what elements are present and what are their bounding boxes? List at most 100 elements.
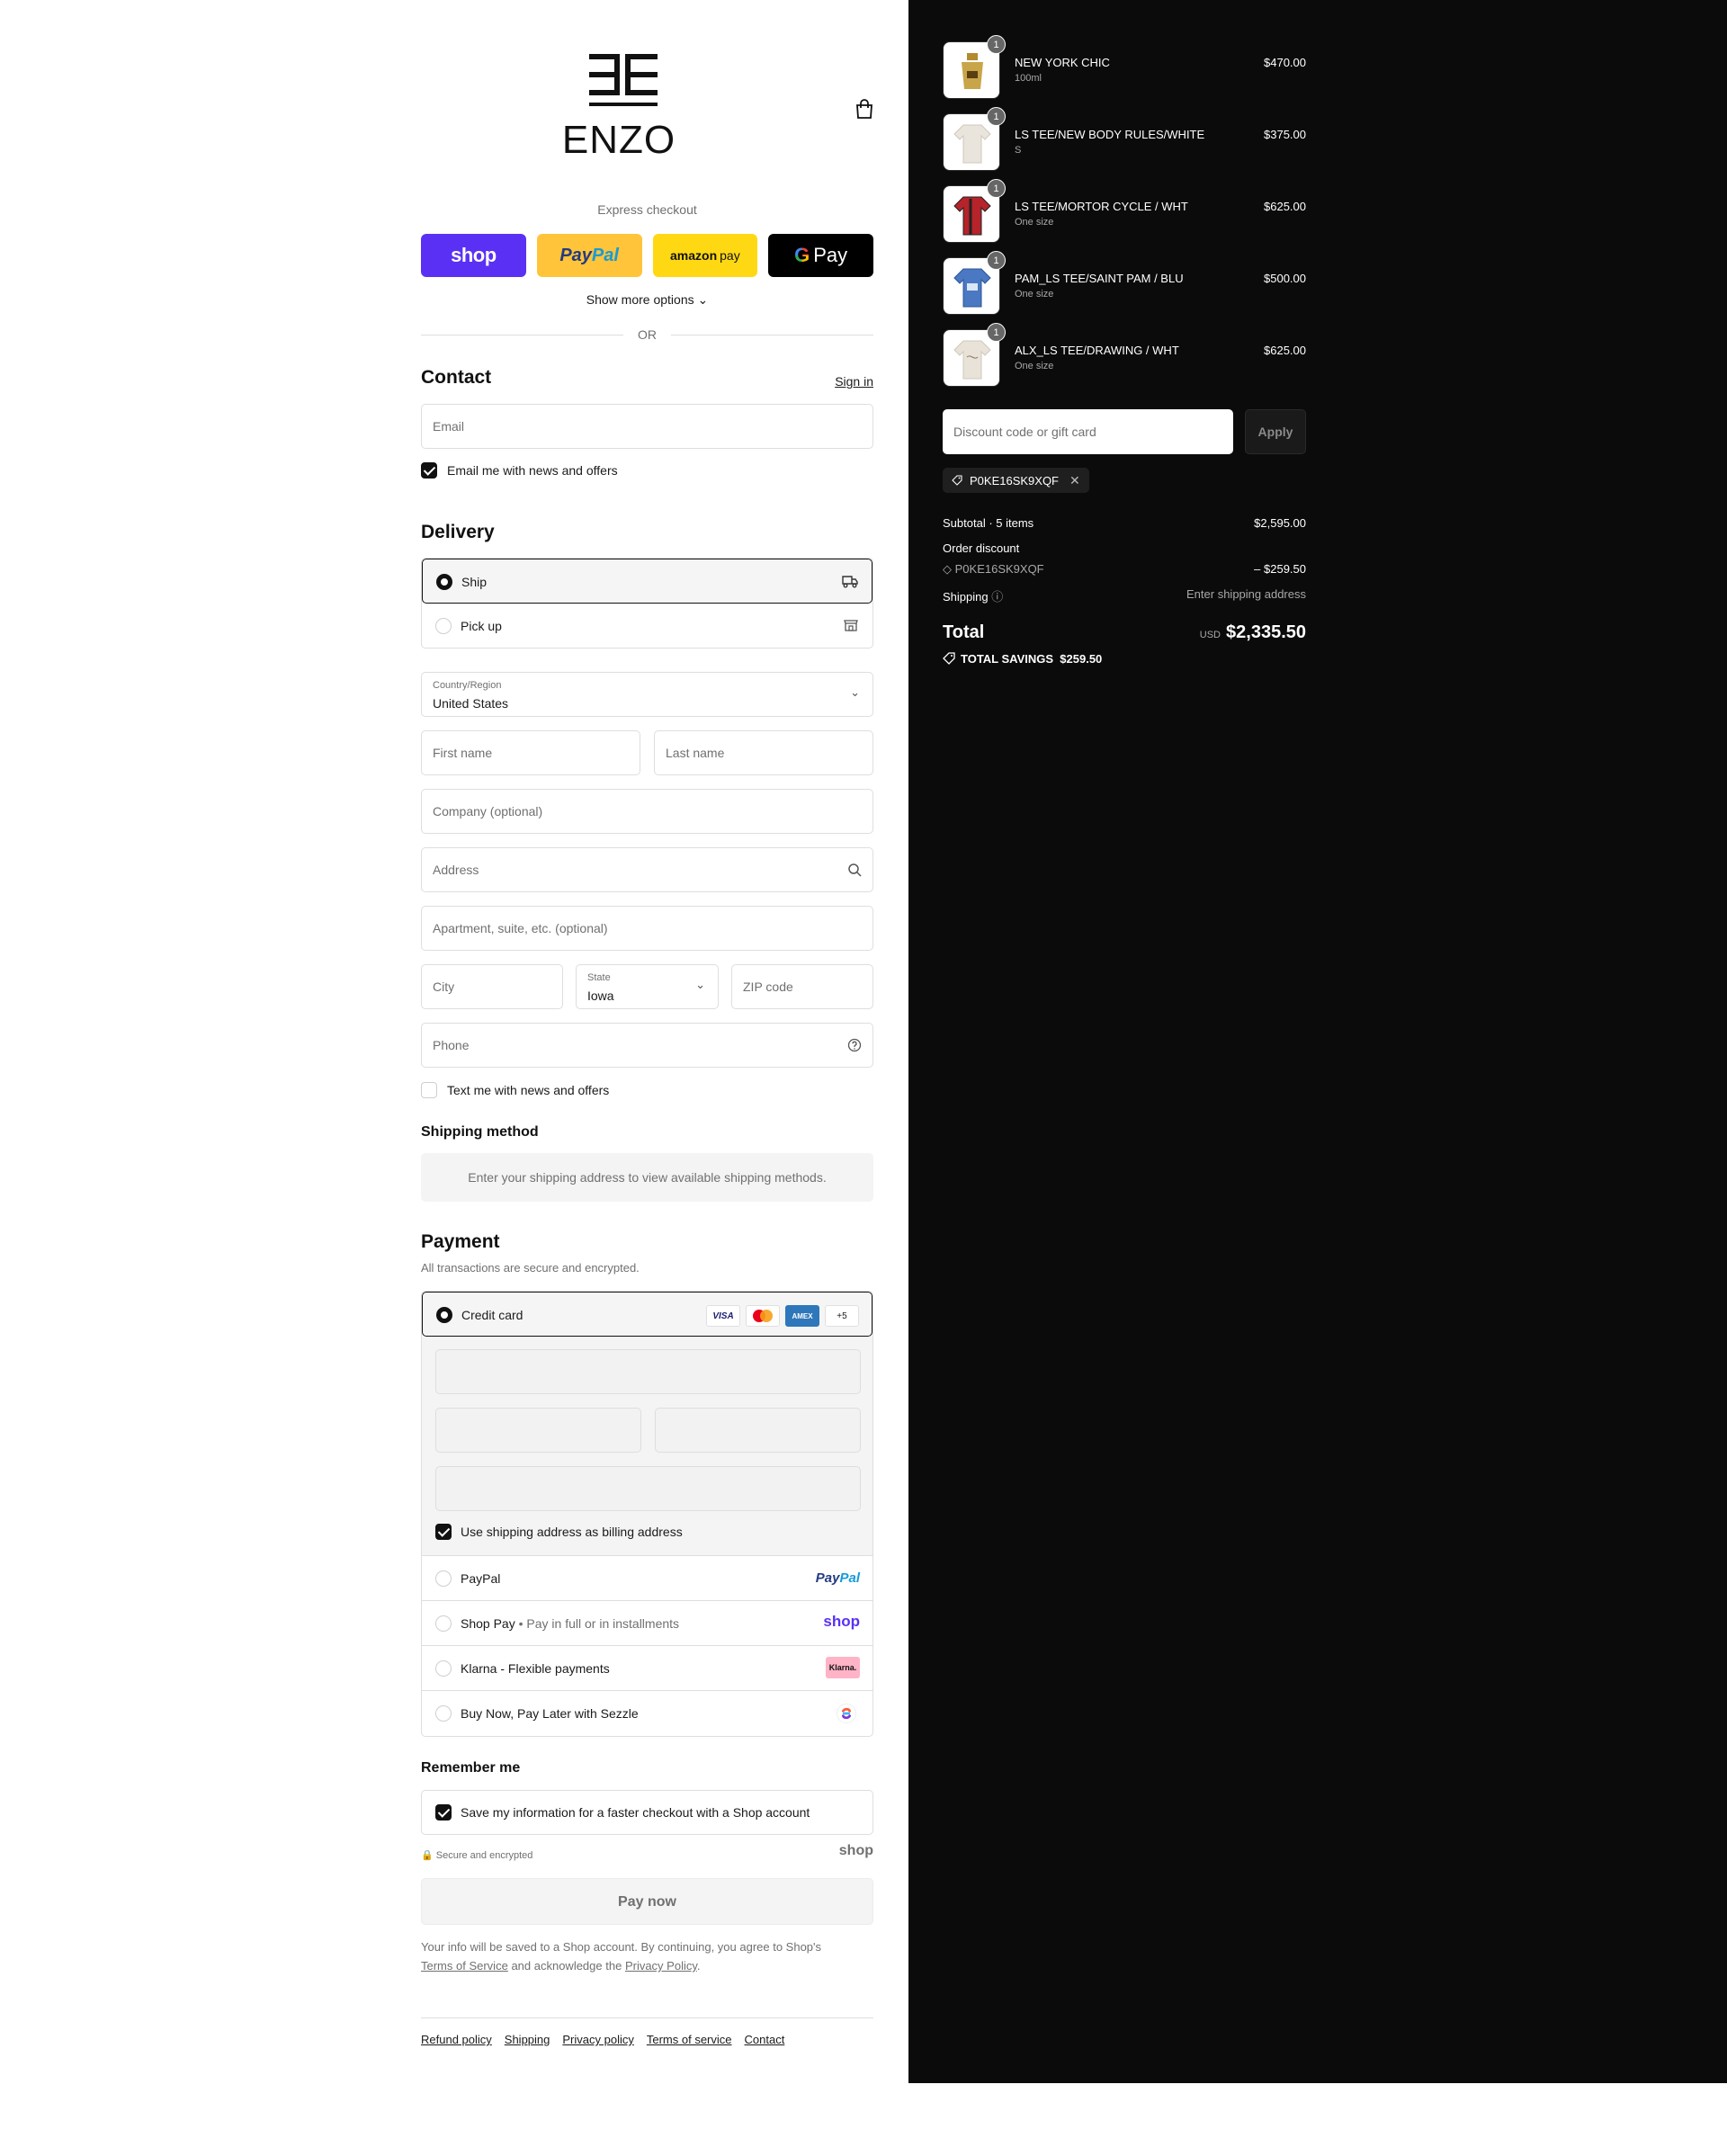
- zip-field[interactable]: ZIP code: [731, 964, 873, 1009]
- email-news-label: Email me with news and offers: [447, 463, 618, 478]
- payment-option-credit-card[interactable]: Credit card VISA AMEX +5: [422, 1292, 872, 1337]
- remember-me-box[interactable]: Save my information for a faster checkou…: [421, 1790, 873, 1835]
- cart-item: 1 ALX_LS TEE/DRAWING / WHT One size $625…: [943, 323, 1306, 387]
- shipping-link[interactable]: Shipping: [505, 2033, 550, 2046]
- state-select[interactable]: State Iowa ⌄: [576, 964, 719, 1009]
- city-field[interactable]: City: [421, 964, 563, 1009]
- text-offers-label: Text me with news and offers: [447, 1083, 610, 1097]
- country-select[interactable]: Country/Region United States ⌄: [421, 672, 873, 717]
- shopping-bag-icon[interactable]: [855, 99, 874, 121]
- discount-placeholder: Discount code or gift card: [953, 425, 1096, 439]
- sign-in-link[interactable]: Sign in: [835, 374, 873, 389]
- paypal-logo-icon: PayPal: [816, 1570, 860, 1586]
- secure-note: 🔒 Secure and encrypted: [421, 1849, 532, 1861]
- brand-logo[interactable]: ENZO: [556, 50, 682, 162]
- item-variant: S: [1015, 145, 1022, 156]
- amazon-label: amazon: [670, 248, 718, 263]
- google-pay-button[interactable]: G Pay: [768, 234, 873, 277]
- pay-now-button[interactable]: Pay now: [421, 1878, 873, 1925]
- express-checkout-label: Express checkout: [597, 202, 697, 217]
- phone-field[interactable]: Phone: [421, 1023, 873, 1068]
- payment-subtitle: All transactions are secure and encrypte…: [421, 1261, 640, 1275]
- billing-same-checkbox[interactable]: [435, 1524, 452, 1540]
- text-offers-checkbox[interactable]: [421, 1082, 437, 1098]
- subtotal-label: Subtotal · 5 items: [943, 516, 1034, 530]
- paypal-label-pay: Pay: [559, 245, 592, 265]
- shipping-method-heading: Shipping method: [421, 1124, 539, 1140]
- email-field[interactable]: Email: [421, 404, 873, 449]
- discount-code-input[interactable]: Discount code or gift card: [943, 409, 1233, 454]
- credit-card-radio[interactable]: [436, 1307, 452, 1323]
- discount-code-label: P0KE16SK9XQF: [970, 474, 1059, 488]
- payment-option-shop-pay[interactable]: Shop Pay • Pay in full or in installment…: [422, 1601, 872, 1646]
- help-icon[interactable]: [847, 1038, 862, 1052]
- secure-label: Secure and encrypted: [435, 1850, 533, 1861]
- email-news-checkbox[interactable]: [421, 462, 437, 479]
- klarna-radio[interactable]: [435, 1660, 452, 1677]
- shipping-method-info: Enter your shipping address to view avai…: [421, 1153, 873, 1202]
- shop-pay-button[interactable]: shop: [421, 234, 526, 277]
- amazon-pay-button[interactable]: amazon pay: [652, 234, 758, 277]
- payment-option-klarna[interactable]: Klarna - Flexible payments Klarna.: [422, 1646, 872, 1691]
- paypal-button[interactable]: Pay Pal: [536, 234, 642, 277]
- city-placeholder: City: [433, 980, 455, 994]
- total-label: Total: [943, 622, 985, 642]
- google-pay-label: Pay: [813, 244, 848, 266]
- paypal-radio[interactable]: [435, 1570, 452, 1587]
- card-name-field[interactable]: [435, 1466, 861, 1511]
- sezzle-radio[interactable]: [435, 1705, 452, 1722]
- total-amount: USD $2,335.50: [1200, 622, 1306, 643]
- pickup-radio[interactable]: [435, 618, 452, 634]
- shop-pay-radio[interactable]: [435, 1615, 452, 1632]
- discount-code-row: ◇ P0KE16SK9XQF – $259.50: [943, 562, 1306, 577]
- card-cvv-field[interactable]: [655, 1408, 861, 1453]
- card-number-field[interactable]: [435, 1349, 861, 1394]
- company-field[interactable]: Company (optional): [421, 789, 873, 834]
- remove-discount-icon[interactable]: ✕: [1069, 473, 1080, 488]
- state-value: Iowa: [587, 989, 614, 1003]
- save-info-checkbox[interactable]: [435, 1804, 452, 1821]
- ship-radio[interactable]: [436, 574, 452, 590]
- discount-amount: – $259.50: [1254, 562, 1306, 576]
- shop-pay-sublabel: Pay in full or in installments: [526, 1616, 680, 1631]
- pickup-label: Pick up: [461, 619, 502, 633]
- legal-text-part-1: Your info will be saved to a Shop accoun…: [421, 1940, 822, 1954]
- card-expiry-field[interactable]: [435, 1408, 641, 1453]
- savings-value: $259.50: [1060, 652, 1103, 666]
- discount-code-summary: P0KE16SK9XQF: [954, 562, 1044, 576]
- terms-of-service-link[interactable]: Terms of service: [647, 2033, 732, 2046]
- show-more-options[interactable]: Show more options ⌄: [421, 292, 873, 308]
- cart-item: 1 PAM_LS TEE/SAINT PAM / BLU One size $5…: [943, 251, 1306, 315]
- privacy-policy-link[interactable]: Privacy policy: [562, 2033, 633, 2046]
- more-brands-badge: +5: [825, 1305, 859, 1327]
- chevron-down-icon: ⌄: [850, 685, 860, 699]
- item-name: NEW YORK CHIC: [1015, 56, 1110, 69]
- refund-policy-link[interactable]: Refund policy: [421, 2033, 492, 2046]
- shop-privacy-link[interactable]: Privacy Policy: [625, 1959, 697, 1973]
- address-field[interactable]: Address: [421, 847, 873, 892]
- shop-terms-link[interactable]: Terms of Service: [421, 1959, 508, 1973]
- help-icon[interactable]: ⓘ: [991, 590, 1003, 604]
- legal-text-part-2: and acknowledge the: [511, 1959, 622, 1973]
- delivery-option-pickup[interactable]: Pick up: [422, 604, 872, 648]
- apartment-field[interactable]: Apartment, suite, etc. (optional): [421, 906, 873, 951]
- contact-link[interactable]: Contact: [745, 2033, 785, 2046]
- tag-icon: ◇: [943, 562, 952, 576]
- product-color-fill: [953, 340, 991, 380]
- sezzle-option-label: Buy Now, Pay Later with Sezzle: [461, 1706, 639, 1721]
- subtotal-row: Subtotal · 5 items $2,595.00: [943, 516, 1306, 530]
- klarna-option-label: Klarna - Flexible payments: [461, 1661, 610, 1676]
- payment-option-paypal[interactable]: PayPal PayPal: [422, 1556, 872, 1601]
- payment-heading: Payment: [421, 1231, 500, 1252]
- payment-option-sezzle[interactable]: Buy Now, Pay Later with Sezzle: [422, 1691, 872, 1736]
- lock-icon: 🔒: [421, 1850, 434, 1861]
- paypal-logo-pal: Pal: [839, 1570, 860, 1586]
- delivery-option-ship[interactable]: Ship: [422, 559, 872, 604]
- apply-discount-button[interactable]: Apply: [1245, 409, 1306, 454]
- truck-icon: [842, 576, 858, 588]
- last-name-field[interactable]: Last name: [654, 730, 873, 775]
- first-name-field[interactable]: First name: [421, 730, 640, 775]
- visa-icon: VISA: [706, 1305, 740, 1327]
- shop-pay-label: shop: [451, 244, 497, 266]
- or-divider: OR: [421, 326, 873, 344]
